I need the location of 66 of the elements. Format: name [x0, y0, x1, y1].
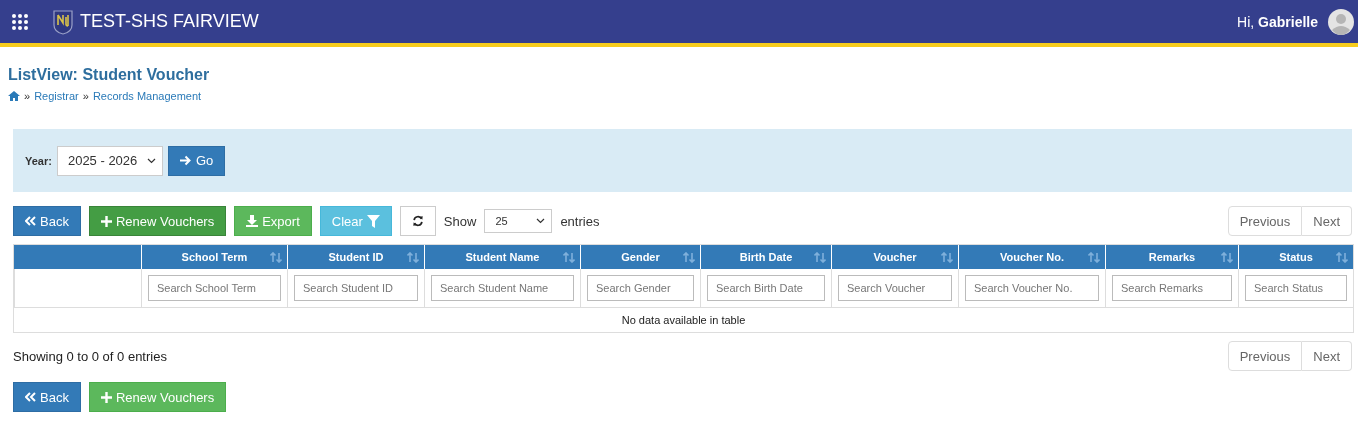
year-select[interactable]: 2025 - 2026 [56, 145, 163, 176]
sort-icon [941, 252, 953, 263]
renew-button[interactable]: Renew Vouchers [88, 382, 227, 412]
sort-icon [1336, 252, 1348, 263]
column-search-field[interactable]: Search Remarks [1112, 275, 1232, 301]
breadcrumb-link[interactable]: Records Management [92, 90, 202, 102]
entries-info: Showing 0 to 0 of 0 entries [13, 348, 167, 364]
go-button[interactable]: Go [167, 145, 226, 176]
refresh-icon [411, 214, 424, 228]
back-button[interactable]: Back [13, 382, 81, 412]
column-header[interactable]: Voucher No. [958, 245, 1105, 269]
pagination-button[interactable]: Next [1302, 206, 1352, 236]
arrow-right-icon [179, 155, 192, 166]
sort-icon [1221, 252, 1233, 263]
crest-logo-icon [52, 8, 74, 35]
breadcrumb-link[interactable]: Registrar [34, 90, 79, 102]
column-header[interactable]: Birth Date [700, 245, 831, 269]
filter-icon [366, 214, 380, 228]
sort-icon [683, 252, 695, 263]
pagination-button[interactable]: Next [1302, 341, 1352, 371]
breadcrumb-separator: » [82, 90, 89, 102]
avatar-icon[interactable] [1328, 8, 1354, 35]
sort-icon [1088, 252, 1100, 263]
column-header[interactable]: Student Name [424, 245, 580, 269]
sort-icon [407, 252, 419, 263]
sort-icon [563, 252, 575, 263]
column-header[interactable]: School Term [141, 245, 287, 269]
plus-icon [100, 391, 112, 403]
column-search-field[interactable]: Search Gender [587, 275, 694, 301]
column-search-field[interactable]: Search Student ID [294, 275, 418, 301]
column-header[interactable]: Voucher [831, 245, 958, 269]
chevron-down-icon [536, 218, 546, 224]
breadcrumb-separator: » [24, 90, 31, 102]
export-button[interactable]: Export [234, 206, 312, 236]
app-title: TEST-SHS FAIRVIEW [80, 11, 259, 32]
column-header[interactable]: Student ID [287, 245, 424, 269]
show-label: Show [443, 213, 477, 229]
chevron-down-icon [146, 157, 156, 164]
pagination-button[interactable]: Previous [1227, 206, 1303, 236]
column-search-field[interactable]: Search Status [1245, 275, 1347, 301]
column-search-field[interactable]: Search School Term [148, 275, 281, 301]
renew-button[interactable]: Renew Vouchers [88, 206, 227, 236]
pagination-button[interactable]: Previous [1227, 341, 1303, 371]
year-label: Year: [25, 154, 52, 167]
column-header[interactable]: Remarks [1105, 245, 1238, 269]
page-title: ListView: Student Voucher [8, 66, 211, 84]
user-greeting: Hi, Gabrielle [1237, 13, 1318, 30]
column-search-field[interactable]: Search Voucher [838, 275, 952, 301]
empty-table-message: No data available in table [620, 313, 747, 328]
entries-select[interactable]: 25 [484, 209, 553, 233]
column-header[interactable]: Gender [580, 245, 700, 269]
column-search-field[interactable]: Search Voucher No. [965, 275, 1099, 301]
sort-icon [814, 252, 826, 263]
double-chevron-left-icon [25, 216, 36, 226]
back-button[interactable]: Back [13, 206, 81, 236]
home-icon[interactable] [8, 91, 20, 101]
plus-icon [100, 215, 112, 227]
apps-grid-icon[interactable] [12, 13, 28, 30]
double-chevron-left-icon [25, 392, 36, 402]
entries-label: entries [560, 213, 600, 229]
refresh-button[interactable] [399, 206, 436, 236]
sort-icon [270, 252, 282, 263]
column-header[interactable]: Status [1238, 245, 1353, 269]
column-search-field[interactable]: Search Birth Date [707, 275, 825, 301]
download-icon [246, 215, 259, 227]
column-search-field[interactable]: Search Student Name [431, 275, 574, 301]
